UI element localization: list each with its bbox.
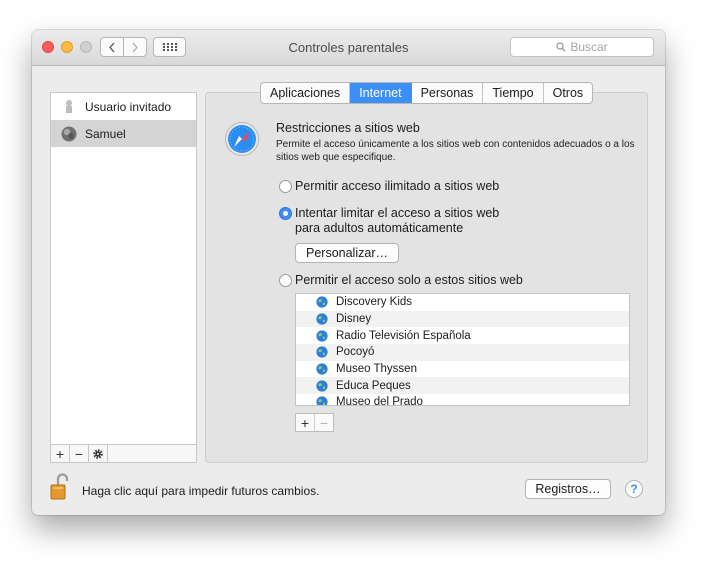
globe-icon xyxy=(316,396,328,405)
user-label: Samuel xyxy=(85,126,126,141)
section-description: Permite el acceso únicamente a los sitio… xyxy=(276,139,635,163)
add-site-button[interactable]: + xyxy=(296,414,314,431)
site-label: Museo Thyssen xyxy=(336,363,417,376)
customize-button[interactable]: Personalizar… xyxy=(295,243,399,263)
user-item-guest[interactable]: Usuario invitado xyxy=(51,93,196,120)
site-label: Pocoyó xyxy=(336,346,375,359)
tab-bar: Aplicaciones Internet Personas Tiempo Ot… xyxy=(260,82,594,104)
tab-internet[interactable]: Internet xyxy=(350,83,412,103)
logs-button[interactable]: Registros… xyxy=(525,479,611,499)
site-item[interactable]: Educa Peques xyxy=(296,377,629,395)
option-label-line-2: para adultos automáticamente xyxy=(295,221,464,235)
option-label: Permitir acceso ilimitado a sitios web xyxy=(295,179,500,193)
unlocked-padlock-icon[interactable] xyxy=(50,472,70,500)
tab-tiempo[interactable]: Tiempo xyxy=(483,83,544,103)
lock-message: Haga clic aquí para impedir futuros camb… xyxy=(82,484,320,498)
site-item[interactable]: Disney xyxy=(296,310,629,328)
search-field[interactable]: Buscar xyxy=(510,37,654,57)
guest-user-icon xyxy=(61,99,77,115)
add-user-button[interactable]: + xyxy=(51,445,70,462)
tab-personas[interactable]: Personas xyxy=(412,83,484,103)
remove-user-button[interactable]: − xyxy=(70,445,89,462)
parental-controls-window: Controles parentales Buscar Usuario invi… xyxy=(32,30,665,515)
option-label-line-1: Intentar limitar el acceso a sitios web xyxy=(295,206,500,220)
help-button[interactable]: ? xyxy=(625,480,643,498)
globe-icon xyxy=(316,346,328,359)
settings-button[interactable] xyxy=(89,445,108,462)
site-label: Museo del Prado xyxy=(336,396,423,406)
user-label: Usuario invitado xyxy=(85,99,172,114)
site-item[interactable]: Pocoyó xyxy=(296,344,629,361)
radio-button[interactable] xyxy=(279,180,292,193)
safari-compass-icon xyxy=(225,122,259,156)
site-label: Radio Televisión Española xyxy=(336,329,471,342)
tab-aplicaciones[interactable]: Aplicaciones xyxy=(261,83,351,103)
site-item[interactable]: Radio Televisión Española xyxy=(296,327,629,344)
user-avatar-icon xyxy=(61,126,77,142)
site-item[interactable]: Museo Thyssen xyxy=(296,361,629,378)
remove-site-button[interactable]: − xyxy=(314,414,333,431)
option-label: Permitir el acceso solo a estos sitios w… xyxy=(295,273,523,287)
globe-icon xyxy=(316,313,328,325)
user-item-samuel[interactable]: Samuel xyxy=(51,120,196,147)
globe-icon xyxy=(316,363,328,375)
user-list-toolbar: + − xyxy=(50,444,197,463)
option-label: Intentar limitar el acceso a sitios web … xyxy=(295,206,499,236)
site-item[interactable]: Discovery Kids xyxy=(296,294,629,311)
user-list: Usuario invitado Samuel xyxy=(50,92,197,463)
site-label: Discovery Kids xyxy=(336,296,413,309)
option-limit-adult[interactable]: Intentar limitar el acceso a sitios web … xyxy=(279,206,499,236)
search-icon xyxy=(556,42,566,52)
radio-button[interactable] xyxy=(279,274,292,287)
site-item[interactable]: Museo del Prado xyxy=(296,394,629,406)
option-unlimited[interactable]: Permitir acceso ilimitado a sitios web xyxy=(279,179,499,194)
section-heading: Restricciones a sitios web xyxy=(276,121,420,135)
allowed-sites-list[interactable]: Discovery Kids Disney Radio Televisión E… xyxy=(295,293,630,406)
sites-toolbar: + − xyxy=(295,413,334,432)
globe-icon xyxy=(316,380,328,392)
tab-otros[interactable]: Otros xyxy=(544,83,593,103)
site-label: Educa Peques xyxy=(336,379,411,392)
gear-icon xyxy=(93,448,103,459)
radio-button-selected[interactable] xyxy=(279,207,292,220)
title-bar: Controles parentales Buscar xyxy=(32,30,665,66)
option-only-sites[interactable]: Permitir el acceso solo a estos sitios w… xyxy=(279,273,523,288)
globe-icon xyxy=(316,330,328,342)
globe-icon xyxy=(316,296,328,308)
search-placeholder: Buscar xyxy=(570,40,608,54)
site-label: Disney xyxy=(336,313,372,326)
